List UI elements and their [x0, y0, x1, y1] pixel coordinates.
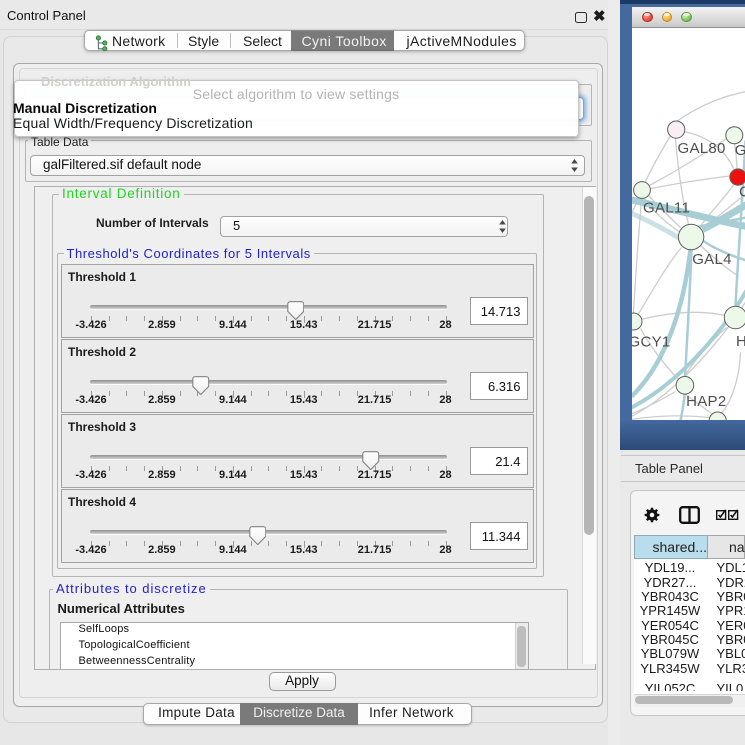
svg-text:GAL80: GAL80 — [677, 140, 725, 157]
svg-text:C: C — [739, 183, 745, 200]
svg-text:GCY1: GCY1 — [632, 333, 671, 350]
svg-text:HAP2: HAP2 — [686, 393, 726, 410]
svg-text:GAL4: GAL4 — [692, 251, 732, 268]
svg-text:H: H — [736, 333, 745, 350]
svg-text:GAL11: GAL11 — [643, 199, 690, 216]
svg-text:GA: GA — [734, 142, 745, 159]
